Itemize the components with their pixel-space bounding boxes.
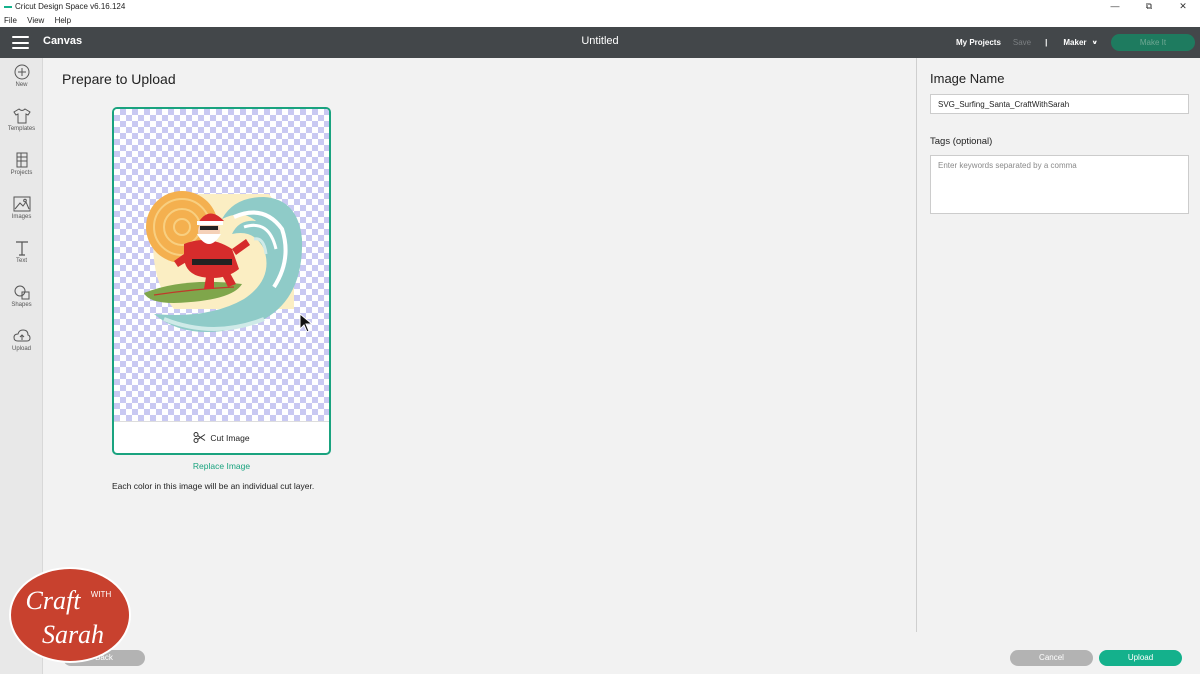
image-name-title: Image Name <box>930 71 1005 86</box>
transparent-background <box>114 109 329 421</box>
craft-with-sarah-watermark: Craft WITH Sarah <box>9 567 131 663</box>
image-preview-card: Cut Image <box>112 107 331 455</box>
text-icon <box>15 241 28 256</box>
upload-cloud-icon <box>12 329 31 342</box>
watermark-line1: Craft <box>26 586 82 615</box>
chevron-down-icon: ∨ <box>1091 39 1099 46</box>
close-button[interactable]: ✕ <box>1166 0 1200 14</box>
menu-help[interactable]: Help <box>55 16 71 25</box>
watermark-line2: WITH <box>91 590 112 599</box>
sidebar-item-new[interactable]: New <box>0 64 43 88</box>
machine-selector[interactable]: Maker ∨ <box>1063 38 1098 47</box>
menu-view[interactable]: View <box>27 16 44 25</box>
sidebar-item-label: Images <box>11 214 32 220</box>
header-separator: | <box>1045 38 1048 47</box>
watermark-line3: Sarah <box>42 620 104 649</box>
make-it-button[interactable]: Make It <box>1111 34 1195 51</box>
cut-image-label: Cut Image <box>210 432 250 443</box>
shapes-icon <box>14 285 29 300</box>
header-actions: My Projects Save | Maker ∨ Make It <box>956 27 1195 58</box>
app-title: Canvas <box>43 35 83 47</box>
cut-image-button[interactable]: Cut Image <box>114 421 329 453</box>
window-titlebar: Cricut Design Space v6.16.124 — ⧉ ✕ <box>0 0 1200 14</box>
sidebar-item-images[interactable]: Images <box>0 196 43 220</box>
sidebar-item-label: Upload <box>11 346 31 352</box>
cricut-logo-icon <box>4 5 12 8</box>
cancel-button[interactable]: Cancel <box>1010 650 1093 666</box>
sidebar-item-label: Templates <box>7 126 36 132</box>
tags-label: Tags (optional) <box>930 136 993 147</box>
replace-image-link[interactable]: Replace Image <box>112 461 331 471</box>
sidebar-item-label: Text <box>15 258 27 264</box>
image-name-input[interactable] <box>930 94 1189 114</box>
sidebar-item-label: New <box>15 82 28 88</box>
sidebar-item-templates[interactable]: Templates <box>0 108 43 132</box>
app-header: Canvas Untitled My Projects Save | Maker… <box>0 27 1200 58</box>
restore-button[interactable]: ⧉ <box>1132 0 1166 14</box>
sidebar-item-label: Shapes <box>11 302 32 308</box>
sidebar-item-label: Projects <box>10 170 33 176</box>
save-button[interactable]: Save <box>1013 38 1031 47</box>
mouse-cursor-icon <box>299 313 313 333</box>
surfing-santa-image <box>144 191 303 332</box>
cut-layer-info: Each color in this image will be an indi… <box>112 481 315 491</box>
shirt-icon <box>12 108 31 124</box>
footer-bar: Back Cancel Upload <box>43 641 1200 674</box>
menu-file[interactable]: File <box>4 16 17 25</box>
my-projects-link[interactable]: My Projects <box>956 38 1001 47</box>
plus-circle-icon <box>14 64 29 80</box>
upload-button[interactable]: Upload <box>1099 650 1182 666</box>
image-icon <box>13 196 30 212</box>
image-details-panel: Image Name Tags (optional) <box>916 58 1200 632</box>
scissors-icon <box>193 432 206 443</box>
sidebar-item-shapes[interactable]: Shapes <box>0 284 43 308</box>
hamburger-menu-icon[interactable] <box>12 36 29 49</box>
sidebar-item-upload[interactable]: Upload <box>0 328 43 352</box>
page-title: Prepare to Upload <box>62 71 176 87</box>
sidebar-item-text[interactable]: Text <box>0 240 43 264</box>
tags-input[interactable] <box>930 155 1189 214</box>
projects-icon <box>16 152 27 168</box>
window-controls: — ⧉ ✕ <box>1098 0 1200 14</box>
menu-bar: File View Help <box>0 14 1200 27</box>
window-title: Cricut Design Space v6.16.124 <box>15 2 126 11</box>
minimize-button[interactable]: — <box>1098 0 1132 14</box>
sidebar-item-projects[interactable]: Projects <box>0 152 43 176</box>
machine-label: Maker <box>1063 38 1087 47</box>
